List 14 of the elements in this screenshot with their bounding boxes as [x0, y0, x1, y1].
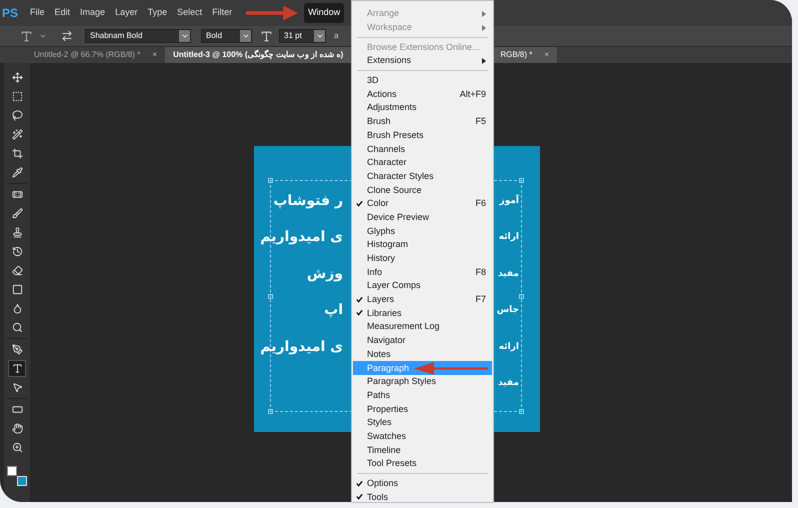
- canvas-text: مفید: [498, 377, 519, 390]
- canvas-text: ارائه: [498, 340, 519, 354]
- tab-title-end: RGB/8) *: [500, 49, 532, 61]
- app-logo: PS: [2, 5, 18, 22]
- canvas-text: ی امیدواریم: [260, 338, 343, 357]
- canvas-text: آموز: [500, 194, 519, 208]
- canvas-text: وزش: [306, 264, 343, 284]
- anti-alias-label: a: [334, 30, 338, 42]
- canvas-text: جاس: [496, 304, 519, 317]
- canvas-text: ارائه: [498, 231, 519, 244]
- canvas-text: اپ: [324, 301, 343, 320]
- canvas-text: ر فتوشاپ: [273, 192, 343, 211]
- canvas-text: ی امیدواریم: [260, 228, 343, 248]
- canvas-text: مفید: [498, 268, 519, 280]
